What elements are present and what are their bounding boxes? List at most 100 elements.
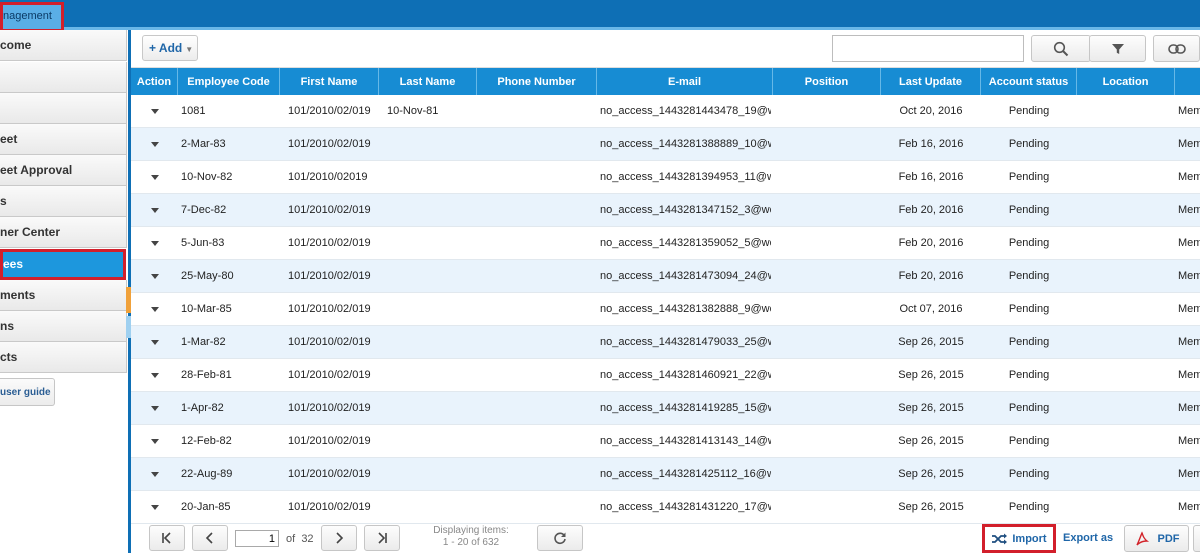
cell-last-update: Feb 20, 2016: [898, 237, 964, 249]
col-action[interactable]: Action: [131, 68, 178, 95]
table-row[interactable]: 28-Feb-81 101/2010/02/019 no_access_1443…: [131, 359, 1200, 392]
cell-extra: Mem: [1178, 369, 1200, 381]
filter-button[interactable]: [1089, 35, 1146, 62]
cell-status: Pending: [1008, 237, 1050, 249]
cell-email: no_access_1443281413143_14@w: [600, 435, 771, 447]
cell-email: no_access_1443281460921_22@w: [600, 369, 771, 381]
col-account-status[interactable]: Account status: [981, 68, 1077, 95]
cell-email: no_access_1443281479033_25@w: [600, 336, 771, 348]
export-pdf-button[interactable]: PDF: [1124, 525, 1189, 552]
export-as-label: Export as: [1063, 532, 1114, 544]
table-row[interactable]: 22-Aug-89 101/2010/02/019 no_access_1443…: [131, 458, 1200, 491]
link-button[interactable]: [1153, 35, 1200, 62]
sidebar-item-projects[interactable]: cts: [0, 342, 127, 373]
cell-first-name: 101/2010/02/019: [288, 369, 371, 381]
last-page-button[interactable]: [364, 525, 400, 551]
add-button[interactable]: + Add ▼: [142, 35, 198, 61]
table-row[interactable]: 10-Mar-85 101/2010/02/019 no_access_1443…: [131, 293, 1200, 326]
table-row[interactable]: 5-Jun-83 101/2010/02/019 no_access_14432…: [131, 227, 1200, 260]
cell-status: Pending: [1008, 138, 1050, 150]
search-icon: [1053, 41, 1069, 56]
table-row[interactable]: 1-Apr-82 101/2010/02/019 no_access_14432…: [131, 392, 1200, 425]
cell-code: 7-Dec-82: [181, 204, 227, 216]
table-row[interactable]: 20-Jan-85 101/2010/02/019 no_access_1443…: [131, 491, 1200, 524]
cell-extra: Mem: [1178, 204, 1200, 216]
page-of-label: of 32: [286, 533, 314, 545]
row-action-caret-icon[interactable]: [151, 109, 159, 114]
sidebar-item-s[interactable]: s: [0, 186, 127, 217]
first-page-button[interactable]: [149, 525, 185, 551]
cell-last-name: [387, 227, 475, 259]
col-last-update[interactable]: Last Update: [881, 68, 981, 95]
user-guide-button[interactable]: user guide: [0, 378, 55, 406]
col-position[interactable]: Position: [773, 68, 881, 95]
refresh-button[interactable]: [537, 525, 583, 551]
cell-last-update: Sep 26, 2015: [898, 435, 964, 447]
table-row[interactable]: 1-Mar-82 101/2010/02/019 no_access_14432…: [131, 326, 1200, 359]
sidebar-item-timesheet-approval[interactable]: eet Approval: [0, 155, 127, 186]
row-action-caret-icon[interactable]: [151, 505, 159, 510]
row-action-caret-icon[interactable]: [151, 274, 159, 279]
next-page-button[interactable]: [321, 525, 357, 551]
cell-code: 5-Jun-83: [181, 237, 225, 249]
prev-page-button[interactable]: [192, 525, 228, 551]
col-employee-code[interactable]: Employee Code: [178, 68, 280, 95]
cell-status: Pending: [1008, 402, 1050, 414]
row-action-caret-icon[interactable]: [151, 472, 159, 477]
search-input[interactable]: [832, 35, 1024, 62]
row-action-caret-icon[interactable]: [151, 241, 159, 246]
col-location[interactable]: Location: [1077, 68, 1175, 95]
table-row[interactable]: 25-May-80 101/2010/02/019 no_access_1443…: [131, 260, 1200, 293]
sidebar-item-2[interactable]: [0, 62, 127, 93]
cell-status: Pending: [1008, 501, 1050, 513]
table-row[interactable]: 7-Dec-82 101/2010/02/019 no_access_14432…: [131, 194, 1200, 227]
table-row[interactable]: 2-Mar-83 101/2010/02/019 no_access_14432…: [131, 128, 1200, 161]
page-number-input[interactable]: [235, 530, 279, 547]
cell-last-update: Oct 20, 2016: [899, 105, 963, 117]
display-items-label: Displaying items:: [433, 525, 509, 536]
col-first-name[interactable]: First Name: [280, 68, 379, 95]
row-action-caret-icon[interactable]: [151, 406, 159, 411]
sidebar-item-timesheet[interactable]: eet: [0, 124, 127, 155]
row-action-caret-icon[interactable]: [151, 340, 159, 345]
first-page-icon: [162, 532, 171, 544]
cell-email: no_access_1443281431220_17@w: [600, 501, 771, 513]
row-action-caret-icon[interactable]: [151, 142, 159, 147]
sidebar-item-employees[interactable]: ees: [0, 249, 126, 280]
table-row[interactable]: 1081 101/2010/02/019 10-Nov-81 no_access…: [131, 95, 1200, 128]
cell-last-update: Sep 26, 2015: [898, 336, 964, 348]
cell-status: Pending: [1008, 303, 1050, 315]
col-email[interactable]: E-mail: [597, 68, 773, 95]
tab-management[interactable]: nagement: [0, 2, 64, 32]
table-row[interactable]: 12-Feb-82 101/2010/02/019 no_access_1443…: [131, 425, 1200, 458]
more-export-button[interactable]: [1193, 525, 1200, 552]
search-button[interactable]: [1031, 35, 1091, 62]
row-action-caret-icon[interactable]: [151, 208, 159, 213]
col-last-name[interactable]: Last Name: [379, 68, 477, 95]
row-action-caret-icon[interactable]: [151, 307, 159, 312]
add-button-label: + Add: [149, 41, 183, 55]
cell-email: no_access_1443281443478_19@w: [600, 105, 771, 117]
sidebar-item-customer-center[interactable]: ner Center: [0, 217, 127, 248]
cell-code: 25-May-80: [181, 270, 234, 282]
cell-code: 12-Feb-82: [181, 435, 232, 447]
sidebar-item-3[interactable]: [0, 93, 127, 124]
sidebar-item-positions[interactable]: ns: [0, 311, 127, 342]
import-button[interactable]: Import: [982, 524, 1056, 553]
cell-extra: Mem: [1178, 303, 1200, 315]
sidebar-item-departments[interactable]: ments: [0, 280, 127, 311]
cell-last-update: Feb 20, 2016: [898, 204, 964, 216]
cell-status: Pending: [1008, 336, 1050, 348]
cell-last-update: Sep 26, 2015: [898, 468, 964, 480]
row-action-caret-icon[interactable]: [151, 175, 159, 180]
cell-first-name: 101/2010/02/019: [288, 402, 371, 414]
row-action-caret-icon[interactable]: [151, 439, 159, 444]
toolbar: + Add ▼: [131, 30, 1200, 68]
row-action-caret-icon[interactable]: [151, 373, 159, 378]
sidebar-item-welcome[interactable]: come: [0, 30, 127, 61]
table-row[interactable]: 10-Nov-82 101/2010/02019 no_access_14432…: [131, 161, 1200, 194]
cell-code: 20-Jan-85: [181, 501, 231, 513]
import-label: Import: [1012, 532, 1047, 545]
col-phone-number[interactable]: Phone Number: [477, 68, 597, 95]
cell-status: Pending: [1008, 468, 1050, 480]
